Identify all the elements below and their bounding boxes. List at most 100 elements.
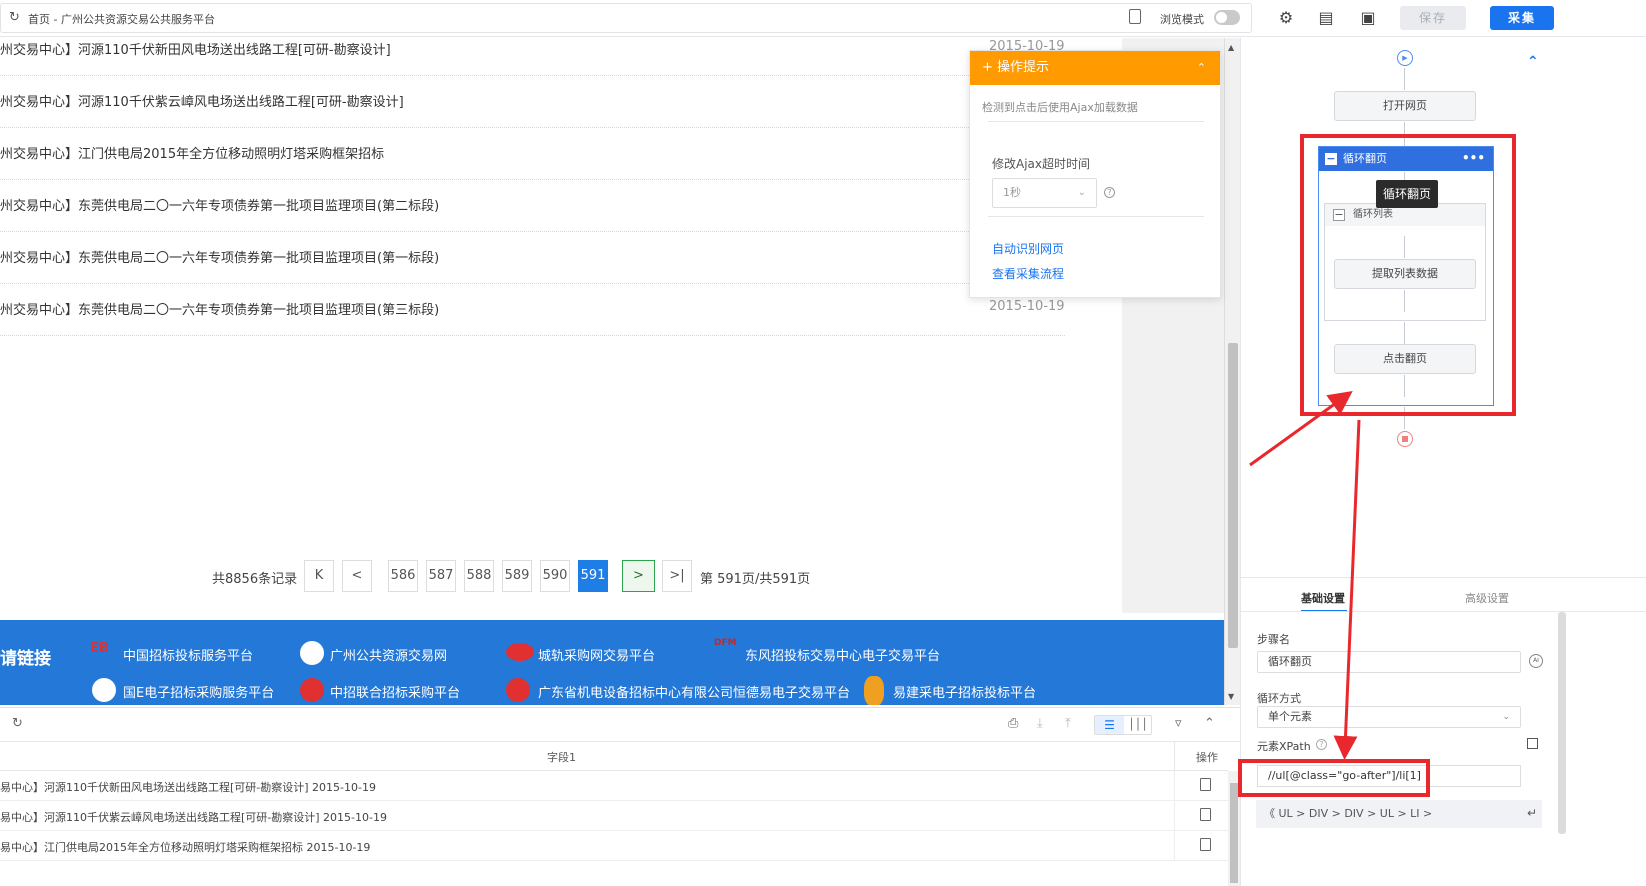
prev-page-button[interactable]: < bbox=[342, 560, 372, 592]
page-button[interactable]: 589 bbox=[502, 560, 532, 592]
filter-icon[interactable]: ▿ bbox=[1175, 716, 1182, 731]
urt-logo-icon bbox=[506, 643, 534, 661]
globe-logo-icon bbox=[92, 678, 116, 702]
chevron-up-icon[interactable]: ⌃ bbox=[1197, 51, 1206, 85]
step-settings-panel: 基础设置 高级设置 步骤名 循环翻页 循环方式 单个元素 ⌄ 元素XPath bbox=[1241, 577, 1646, 886]
chevron-down-icon: ⌄ bbox=[1077, 187, 1086, 198]
divider bbox=[988, 216, 1204, 217]
list-item-title[interactable]: 州交易中心】东莞供电局二〇一六年专项债券第一批项目监理项目(第一标段) bbox=[0, 247, 439, 266]
column-header-field1[interactable]: 字段1 bbox=[547, 749, 576, 765]
friendly-link[interactable]: 中国招标投标服务平台 bbox=[123, 645, 253, 664]
upload-icon[interactable]: ⤒ bbox=[1065, 716, 1071, 731]
friendly-link[interactable]: 广东省机电设备招标中心有限公司恒德易电子交易平台 bbox=[538, 682, 850, 701]
loop-mode-select[interactable]: 单个元素 ⌄ bbox=[1257, 706, 1521, 728]
next-page-button[interactable]: > bbox=[622, 560, 655, 592]
collect-button[interactable]: 采集 bbox=[1490, 6, 1554, 30]
page-title: 首页 - 广州公共资源交易公共服务平台 bbox=[28, 13, 215, 26]
ajax-timeout-select[interactable]: 1秒 ⌄ bbox=[992, 178, 1097, 208]
download-icon[interactable]: ⤓ bbox=[1037, 716, 1043, 731]
ai-rename-icon[interactable]: AI bbox=[1529, 654, 1543, 668]
gear-icon[interactable]: ⚙ bbox=[1277, 9, 1295, 27]
friendly-link[interactable]: 东风招投标交易中心电子交易平台 bbox=[745, 645, 940, 664]
table-row[interactable]: 易中心】河源110千伏紫云嶂风电场送出线路工程[可研-勘察设计] 2015-10… bbox=[0, 801, 1228, 831]
last-page-button[interactable]: >| bbox=[662, 560, 692, 592]
page-source-icon[interactable] bbox=[1129, 9, 1141, 24]
row-action-icon[interactable] bbox=[1200, 778, 1211, 791]
refresh-icon[interactable]: ↻ bbox=[12, 716, 23, 731]
column-divider bbox=[1174, 831, 1175, 861]
operation-tips-panel: + 操作提示 ⌃ 检测到点击后使用Ajax加载数据 修改Ajax超时时间 1秒 … bbox=[969, 50, 1221, 298]
friendly-link[interactable]: 中招联合招标采购平台 bbox=[330, 682, 460, 701]
list-item-title[interactable]: 州交易中心】河源110千伏紫云嶂风电场送出线路工程[可研-勘察设计] bbox=[0, 91, 404, 110]
view-flow-link[interactable]: 查看采集流程 bbox=[992, 265, 1064, 282]
list-item-title[interactable]: 州交易中心】江门供电局2015年全方位移动照明灯塔采购框架招标 bbox=[0, 143, 384, 162]
window-icon[interactable]: ▣ bbox=[1359, 9, 1377, 27]
first-page-button[interactable]: K bbox=[304, 560, 334, 592]
friendly-link[interactable]: 城轨采购网交易平台 bbox=[538, 645, 655, 664]
row-action-icon[interactable] bbox=[1200, 808, 1211, 821]
collapse-all-icon[interactable]: ⌃ bbox=[1527, 54, 1539, 70]
list-item-title[interactable]: 州交易中心】东莞供电局二〇一六年专项债券第一批项目监理项目(第三标段) bbox=[0, 299, 439, 318]
list-item[interactable]: 州交易中心】东莞供电局二〇一六年专项债券第一批项目监理项目(第二标段) bbox=[0, 180, 1065, 232]
page-scrollbar-thumb[interactable] bbox=[1228, 343, 1238, 648]
total-records: 共8856条记录 bbox=[212, 572, 298, 587]
tips-message: 检测到点击后使用Ajax加载数据 bbox=[982, 101, 1138, 114]
page-button[interactable]: 586 bbox=[388, 560, 418, 592]
collapse-icon[interactable]: ⌃ bbox=[1204, 716, 1215, 731]
element-path-breadcrumb[interactable]: 《 UL > DIV > DIV > UL > LI > bbox=[1256, 800, 1542, 828]
play-icon[interactable]: ▶ bbox=[1397, 50, 1413, 66]
xpath-label: 元素XPath bbox=[1257, 740, 1311, 753]
table-scrollbar-thumb[interactable] bbox=[1230, 783, 1238, 883]
table-header: 字段1 操作 bbox=[0, 742, 1228, 771]
open-page-node[interactable]: 打开网页 bbox=[1334, 91, 1476, 121]
friendly-link[interactable]: 易建采电子招标投标平台 bbox=[893, 682, 1036, 701]
top-bar: ↻ 首页 - 广州公共资源交易公共服务平台 浏览模式 ⚙ ▤ ▣ 保存 采集 bbox=[0, 0, 1646, 37]
element-picker-icon[interactable] bbox=[1527, 738, 1538, 749]
list-view-icon[interactable]: ☰ bbox=[1095, 716, 1124, 734]
tab-divider bbox=[1241, 611, 1646, 612]
current-page-button[interactable]: 591 bbox=[578, 560, 608, 592]
column-view-icon[interactable]: │││ bbox=[1124, 716, 1152, 734]
tab-basic-settings[interactable]: 基础设置 bbox=[1301, 590, 1347, 612]
page-button[interactable]: 588 bbox=[464, 560, 494, 592]
address-bar[interactable]: ↻ 首页 - 广州公共资源交易公共服务平台 浏览模式 bbox=[0, 3, 1252, 33]
column-divider bbox=[1174, 771, 1175, 801]
list-item-title[interactable]: 州交易中心】东莞供电局二〇一六年专项债券第一批项目监理项目(第二标段) bbox=[0, 195, 439, 214]
stop-icon bbox=[1397, 431, 1413, 447]
view-toggle[interactable]: ☰ │││ bbox=[1094, 715, 1152, 735]
scroll-down-icon[interactable]: ▼ bbox=[1228, 692, 1234, 701]
table-row[interactable]: 易中心】江门供电局2015年全方位移动照明灯塔采购框架招标 2015-10-19 bbox=[0, 831, 1228, 861]
loop-mode-label: 循环方式 bbox=[1257, 692, 1301, 705]
list-item[interactable]: 州交易中心】河源110千伏紫云嶂风电场送出线路工程[可研-勘察设计] bbox=[0, 76, 1065, 128]
list-item-title[interactable]: 州交易中心】河源110千伏新田风电场送出线路工程[可研-勘察设计] bbox=[0, 39, 391, 58]
friendly-links-heading: 请链接 bbox=[0, 649, 51, 669]
list-item[interactable]: 州交易中心】东莞供电局二〇一六年专项债券第一批项目监理项目(第三标段) 2015… bbox=[0, 284, 1065, 336]
scroll-up-icon[interactable]: ▲ bbox=[1228, 43, 1234, 52]
table-row[interactable]: 易中心】河源110千伏新田风电场送出线路工程[可研-勘察设计] 2015-10-… bbox=[0, 771, 1228, 801]
row-action-icon[interactable] bbox=[1200, 838, 1211, 851]
export-icon[interactable]: ⎙ bbox=[1008, 716, 1018, 731]
return-icon[interactable]: ↵ bbox=[1527, 806, 1537, 820]
page-button[interactable]: 587 bbox=[426, 560, 456, 592]
list-item[interactable]: 州交易中心】东莞供电局二〇一六年专项债券第一批项目监理项目(第一标段) bbox=[0, 232, 1065, 284]
browse-mode-toggle[interactable] bbox=[1214, 10, 1240, 25]
page-button[interactable]: 590 bbox=[540, 560, 570, 592]
tab-advanced-settings[interactable]: 高级设置 bbox=[1465, 590, 1509, 606]
settings-scrollbar[interactable] bbox=[1558, 612, 1566, 834]
page-scrollbar[interactable]: ▲ ▼ bbox=[1224, 38, 1240, 705]
friendly-link[interactable]: 国E电子招标采购服务平台 bbox=[123, 682, 274, 701]
column-header-op: 操作 bbox=[1196, 751, 1218, 764]
loop-mode-value: 单个元素 bbox=[1268, 710, 1312, 723]
layout-icon[interactable]: ▤ bbox=[1317, 9, 1335, 27]
plus-icon: + bbox=[982, 60, 998, 75]
reload-icon[interactable]: ↻ bbox=[9, 10, 20, 25]
list-item[interactable]: 州交易中心】河源110千伏新田风电场送出线路工程[可研-勘察设计] 2015-1… bbox=[0, 38, 1065, 76]
list-item[interactable]: 州交易中心】江门供电局2015年全方位移动照明灯塔采购框架招标 bbox=[0, 128, 1065, 180]
save-button[interactable]: 保存 bbox=[1400, 6, 1466, 30]
tips-header[interactable]: + 操作提示 ⌃ bbox=[970, 51, 1220, 85]
step-name-input[interactable]: 循环翻页 bbox=[1257, 651, 1521, 673]
help-icon[interactable]: ? bbox=[1104, 187, 1115, 198]
auto-detect-link[interactable]: 自动识别网页 bbox=[992, 240, 1064, 257]
friendly-link[interactable]: 广州公共资源交易网 bbox=[330, 645, 447, 664]
help-icon[interactable]: ? bbox=[1316, 739, 1327, 750]
